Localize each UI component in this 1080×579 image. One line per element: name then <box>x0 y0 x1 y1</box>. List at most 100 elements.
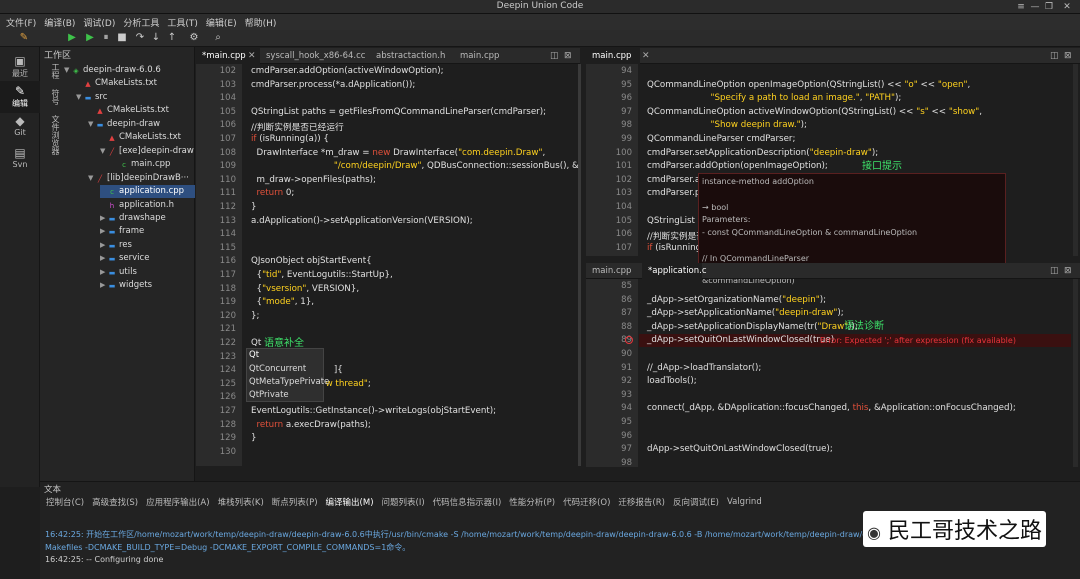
menu-debug[interactable]: 调试(D) <box>83 16 115 29</box>
code-line[interactable]: "Show deepin draw."); <box>647 120 807 130</box>
chevron-down-icon[interactable]: ▼ <box>100 145 108 158</box>
bottom-tab[interactable]: 迁移报告(R) <box>618 496 665 508</box>
bottom-tab[interactable]: 代码迁移(O) <box>563 496 610 508</box>
tree-item[interactable]: ▶ ▬ res <box>100 239 195 252</box>
code-line[interactable]: //_dApp->loadTranslator(); <box>647 363 761 373</box>
code-line[interactable]: Qt <box>251 338 261 348</box>
bottom-tab[interactable]: 代码信息指示器(I) <box>433 496 502 508</box>
bottom-tab[interactable]: 反向调试(E) <box>673 496 719 508</box>
right-top-editor-scrollbar[interactable] <box>1073 64 1078 256</box>
right-bottom-editor-code[interactable]: _dApp->setOrganizationName("deepin"); _dA… <box>639 279 1071 467</box>
code-line[interactable]: cmdParser.setApplicationDescription("dee… <box>647 148 878 158</box>
code-line[interactable]: QStringList paths = getFilesFromQCommand… <box>251 107 546 117</box>
sidebar-item-svn[interactable]: ▤ Svn <box>0 143 40 175</box>
code-line[interactable]: return 0; <box>251 188 295 198</box>
stop-icon[interactable]: ■ <box>116 32 128 44</box>
split-view-icon[interactable]: ◫ <box>550 48 559 64</box>
sidebar-item-edit[interactable]: ✎ 编辑 <box>0 81 40 113</box>
code-line[interactable]: _dApp->setApplicationName("deepin-draw")… <box>647 308 844 318</box>
vtab-file-browser[interactable]: 文件浏览器 <box>48 115 60 155</box>
build-hammer-icon[interactable]: ✎ <box>18 32 30 44</box>
code-line[interactable]: {"mode", 1}, <box>251 297 315 307</box>
sidebar-item-recent[interactable]: ▣ 最近 <box>0 51 40 83</box>
chevron-right-icon[interactable]: ▶ <box>100 252 108 265</box>
code-line[interactable]: _dApp->setOrganizationName("deepin"); <box>647 295 826 305</box>
code-line[interactable]: } <box>251 202 257 212</box>
code-line[interactable]: cmdParser.addOption(activeWindowOption); <box>251 66 444 76</box>
menu-file[interactable]: 文件(F) <box>6 16 36 29</box>
code-line[interactable]: loadTools(); <box>647 376 697 386</box>
split-view-icon[interactable]: ◫ <box>1050 263 1059 279</box>
completion-item[interactable]: QtConcurrent <box>249 364 306 374</box>
code-line[interactable]: return a.execDraw(paths); <box>251 420 371 430</box>
completion-item[interactable]: QtPrivate <box>249 390 289 400</box>
tree-item[interactable]: ▲ CMakeLists.txt <box>88 104 195 117</box>
tab-application-c-modified[interactable]: *application.c <box>642 263 707 279</box>
chevron-right-icon[interactable]: ▶ <box>100 266 108 279</box>
chevron-right-icon[interactable]: ▶ <box>100 212 108 225</box>
tree-item[interactable]: ▼ ▬ deepin-draw <box>88 118 195 131</box>
tree-item[interactable]: ▶ ▬ service <box>100 252 195 265</box>
pause-icon[interactable]: ⏸ <box>100 32 112 44</box>
tree-item[interactable]: ▲ CMakeLists.txt <box>100 131 195 144</box>
bottom-tab[interactable]: 编译输出(M) <box>326 496 374 508</box>
chevron-down-icon[interactable]: ▼ <box>64 64 72 77</box>
tree-item[interactable]: ▶ ▬ widgets <box>100 279 195 292</box>
tree-item[interactable]: ▲ CMakeLists.txt <box>76 77 195 90</box>
code-line[interactable]: {"tid", EventLogutils::StartUp}, <box>251 270 393 280</box>
chevron-right-icon[interactable]: ▶ <box>100 279 108 292</box>
menu-edit[interactable]: 编辑(E) <box>206 16 237 29</box>
run-icon[interactable]: ▶ <box>66 32 78 44</box>
tab-abstractaction-h[interactable]: abstractaction.h <box>370 48 454 64</box>
code-line[interactable]: a.dApplication()->setApplicationVersion(… <box>251 216 473 226</box>
tree-item[interactable]: ▼ ◈ deepin-draw-6.0.6 <box>64 64 195 77</box>
bottom-tab[interactable]: 断点列表(P) <box>272 496 318 508</box>
chevron-down-icon[interactable]: ▼ <box>88 172 96 185</box>
code-line[interactable]: if (isRunning(a)) { <box>251 134 329 144</box>
close-split-icon[interactable]: ⊠ <box>1064 263 1072 279</box>
left-editor-code[interactable]: cmdParser.addOption(activeWindowOption);… <box>243 64 578 466</box>
tab-syscall-hook[interactable]: syscall_hook_x86-64.cc <box>260 48 370 64</box>
debug-run-icon[interactable]: ▶ <box>84 32 96 44</box>
code-line[interactable]: EventLogutils::GetInstance()->writeLogs(… <box>251 406 496 416</box>
tree-item[interactable]: h application.h <box>100 199 195 212</box>
bottom-tab[interactable]: 应用程序输出(A) <box>146 496 209 508</box>
code-line[interactable]: _dApp->setApplicationDisplayName(tr("Dra… <box>647 322 858 332</box>
bottom-tab[interactable]: 性能分析(P) <box>509 496 555 508</box>
code-line[interactable]: cmdParser.process(*a.dApplication()); <box>251 80 415 90</box>
code-line[interactable]: {"vsersion", VERSION}, <box>251 284 360 294</box>
code-line[interactable]: "Specify a path to load an image.", "PAT… <box>647 93 902 103</box>
sidebar-item-git[interactable]: ◆ Git <box>0 111 40 143</box>
tree-item[interactable]: ▼ ▬ src <box>76 91 195 104</box>
code-line[interactable]: QJsonObject objStartEvent{ <box>251 256 372 266</box>
close-tab-icon[interactable]: ✕ <box>248 48 256 64</box>
code-line[interactable]: cmdParser.addOption(openImageOption); <box>647 161 828 171</box>
menu-help[interactable]: 帮助(H) <box>245 16 277 29</box>
close-tab-icon[interactable]: ✕ <box>642 48 650 64</box>
bottom-tab[interactable]: 堆栈列表(K) <box>218 496 264 508</box>
code-line[interactable]: } <box>251 433 257 443</box>
menu-analysis[interactable]: 分析工具 <box>123 16 159 29</box>
code-line[interactable]: QCommandLineOption activeWindowOption(QS… <box>647 107 982 117</box>
tree-item[interactable]: ▼ ╱ [exe]deepin-draw <box>100 145 195 158</box>
left-editor-scrollbar[interactable] <box>578 64 581 466</box>
code-line[interactable]: QCommandLineOption openImageOption(QStri… <box>647 80 970 90</box>
bottom-tab[interactable]: 高级查找(S) <box>92 496 138 508</box>
code-line[interactable]: _dApp->setQuitOnLastWindowClosed(true) <box>647 335 834 345</box>
error-marker-icon[interactable] <box>625 336 633 344</box>
bottom-tab[interactable]: Valgrind <box>727 497 762 507</box>
right-bottom-editor-scrollbar[interactable] <box>1073 279 1078 467</box>
code-line[interactable]: DrawInterface *m_draw = new DrawInterfac… <box>251 148 546 158</box>
code-line[interactable]: dApp->setQuitOnLastWindowClosed(true); <box>647 444 833 454</box>
chevron-down-icon[interactable]: ▼ <box>76 91 84 104</box>
code-line[interactable]: //判断实例是否 <box>647 229 705 242</box>
step-over-icon[interactable]: ↷ <box>134 32 146 44</box>
tree-item[interactable]: ▶ ▬ drawshape <box>100 212 195 225</box>
chevron-down-icon[interactable]: ▼ <box>88 118 96 131</box>
bottom-tab[interactable]: 控制台(C) <box>46 496 84 508</box>
bottom-tab[interactable]: 问题列表(I) <box>382 496 425 508</box>
code-line[interactable]: //判断实例是否已经运行 <box>251 120 344 133</box>
close-split-icon[interactable]: ⊠ <box>564 48 572 64</box>
vtab-project[interactable]: 工程 <box>48 63 60 79</box>
vtab-symbols[interactable]: 符号 <box>48 89 60 105</box>
